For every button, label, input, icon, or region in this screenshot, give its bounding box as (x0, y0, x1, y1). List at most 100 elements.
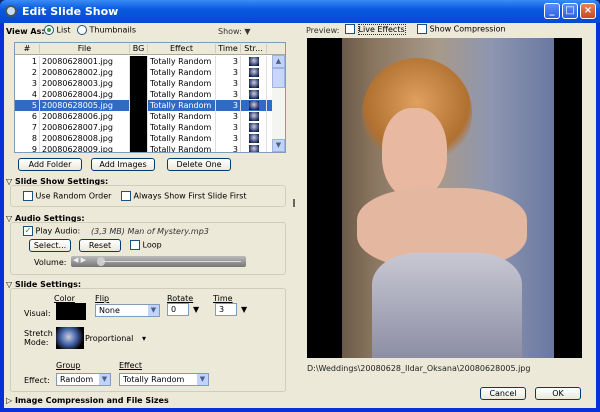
col-bg[interactable]: BG (130, 44, 148, 53)
col-effect[interactable]: Effect (148, 44, 216, 53)
stretch-thumbnail (241, 78, 267, 89)
show-menu[interactable]: Show: ▼ (218, 27, 251, 36)
preview-label: Preview: (306, 26, 340, 35)
cell-n: 3 (15, 78, 40, 89)
cell-effect: Totally Random (148, 122, 216, 133)
delete-one-button[interactable]: Delete One (167, 158, 231, 171)
effect-row-label: Effect: (24, 376, 50, 385)
ok-button[interactable]: OK (535, 387, 581, 400)
select-audio-button[interactable]: Select... (29, 239, 71, 252)
table-header: # File BG Effect Time Str... (15, 43, 285, 55)
time-dropdown-icon[interactable]: ▼ (241, 305, 247, 314)
time-label: Time (213, 294, 233, 303)
table-row[interactable]: 3 20080628003.jpg Totally Random 3 (15, 78, 272, 89)
dialog-body: View As: List Thumbnails Show: ▼ # File … (4, 23, 596, 408)
bg-color-swatch (130, 122, 148, 133)
bg-color-swatch (130, 100, 148, 111)
random-order-checkbox[interactable]: Use Random Order (23, 191, 111, 201)
cell-time: 3 (216, 78, 241, 89)
view-as-label: View As: (6, 27, 45, 36)
splitter-handle[interactable] (293, 199, 295, 207)
cell-n: 4 (15, 89, 40, 100)
stretch-thumbnail (241, 144, 267, 152)
chevron-down-icon: ▼ (197, 374, 208, 385)
speaker-icon: ◀ ▶ (73, 256, 86, 264)
table-row[interactable]: 2 20080628002.jpg Totally Random 3 (15, 67, 272, 78)
stretch-thumbnail (241, 89, 267, 100)
table-row[interactable]: 9 20080628009.jpg Totally Random 3 (15, 144, 272, 152)
cell-effect: Totally Random (148, 78, 216, 89)
visual-label: Visual: (24, 309, 51, 318)
play-audio-checkbox[interactable]: ✓ Play Audio: (23, 226, 80, 236)
cell-file: 20080628006.jpg (40, 111, 130, 122)
volume-slider[interactable]: ◀ ▶ (71, 256, 246, 267)
table-row[interactable]: 4 20080628004.jpg Totally Random 3 (15, 89, 272, 100)
group-label: Group (56, 361, 81, 370)
col-file[interactable]: File (40, 44, 130, 53)
volume-label: Volume: (34, 258, 67, 267)
add-images-button[interactable]: Add Images (91, 158, 155, 171)
col-time[interactable]: Time (216, 44, 241, 53)
scroll-up-icon[interactable]: ▲ (272, 55, 285, 68)
stretch-mode-value[interactable]: Proportional (85, 334, 133, 343)
preview-file-path: D:\Weddings\20080628_Ildar_Oksana\200806… (307, 364, 531, 373)
cell-effect: Totally Random (148, 133, 216, 144)
rotate-dropdown-icon[interactable]: ▼ (193, 305, 199, 314)
cell-time: 3 (216, 67, 241, 78)
close-button[interactable]: × (580, 3, 596, 19)
show-compression-checkbox[interactable]: Show Compression (417, 24, 506, 34)
rotate-input[interactable]: 0 (167, 303, 189, 316)
cell-file: 20080628005.jpg (40, 100, 130, 111)
table-row[interactable]: 5 20080628005.jpg Totally Random 3 (15, 100, 272, 111)
bg-color-swatch (130, 144, 148, 152)
stretch-mode-label: Stretch Mode: (24, 329, 53, 347)
stretch-dropdown-icon[interactable]: ▾ (142, 334, 146, 343)
cell-n: 5 (15, 100, 40, 111)
cell-time: 3 (216, 144, 241, 152)
table-scrollbar[interactable]: ▲ ▼ (272, 55, 285, 152)
maximize-button[interactable]: □ (562, 3, 578, 19)
view-list-radio[interactable]: List (44, 25, 71, 35)
cell-effect: Totally Random (148, 67, 216, 78)
first-slide-checkbox[interactable]: Always Show First Slide First (121, 191, 247, 201)
cell-effect: Totally Random (148, 111, 216, 122)
flip-select[interactable]: None ▼ (95, 304, 160, 317)
cell-time: 3 (216, 56, 241, 67)
col-stretch[interactable]: Str... (241, 44, 267, 53)
effect-select[interactable]: Totally Random ▼ (119, 373, 209, 386)
col-number[interactable]: # (15, 44, 40, 53)
group-select[interactable]: Random ▼ (56, 373, 111, 386)
cell-effect: Totally Random (148, 144, 216, 152)
cell-n: 1 (15, 56, 40, 67)
stretch-mode-thumbnail[interactable] (56, 327, 84, 349)
cancel-button[interactable]: Cancel (480, 387, 526, 400)
minimize-button[interactable]: _ (544, 3, 560, 19)
view-thumbnails-radio[interactable]: Thumbnails (77, 25, 136, 35)
cell-time: 3 (216, 111, 241, 122)
scroll-thumb[interactable] (272, 68, 285, 88)
live-effects-checkbox[interactable]: Live Effects (345, 23, 406, 35)
table-row[interactable]: 8 20080628008.jpg Totally Random 3 (15, 133, 272, 144)
table-row[interactable]: 6 20080628006.jpg Totally Random 3 (15, 111, 272, 122)
compression-heading[interactable]: ▷ Image Compression and File Sizes (6, 396, 169, 405)
bg-color-swatch (130, 89, 148, 100)
chevron-down-icon: ▼ (148, 305, 159, 316)
reset-audio-button[interactable]: Reset (79, 239, 121, 252)
audio-file-name: (3,3 MB) Man of Mystery.mp3 (91, 227, 209, 236)
cell-n: 9 (15, 144, 40, 152)
slide-settings-box: Color Flip Rotate Time Visual: None ▼ 0 ▼… (10, 288, 286, 392)
cell-effect: Totally Random (148, 56, 216, 67)
title-bar[interactable]: Edit Slide Show _ □ × (0, 0, 600, 23)
color-swatch[interactable] (56, 303, 86, 320)
cell-time: 3 (216, 100, 241, 111)
add-folder-button[interactable]: Add Folder (18, 158, 82, 171)
table-row[interactable]: 1 20080628001.jpg Totally Random 3 (15, 56, 272, 67)
table-row[interactable]: 7 20080628007.jpg Totally Random 3 (15, 122, 272, 133)
volume-track (101, 261, 241, 262)
effect-label: Effect (119, 361, 143, 370)
loop-checkbox[interactable]: Loop (130, 240, 162, 250)
scroll-down-icon[interactable]: ▼ (272, 139, 285, 152)
time-input[interactable]: 3 (215, 303, 237, 316)
edit-slide-show-window: Edit Slide Show _ □ × View As: List Thum… (0, 0, 600, 412)
cell-effect: Totally Random (148, 89, 216, 100)
